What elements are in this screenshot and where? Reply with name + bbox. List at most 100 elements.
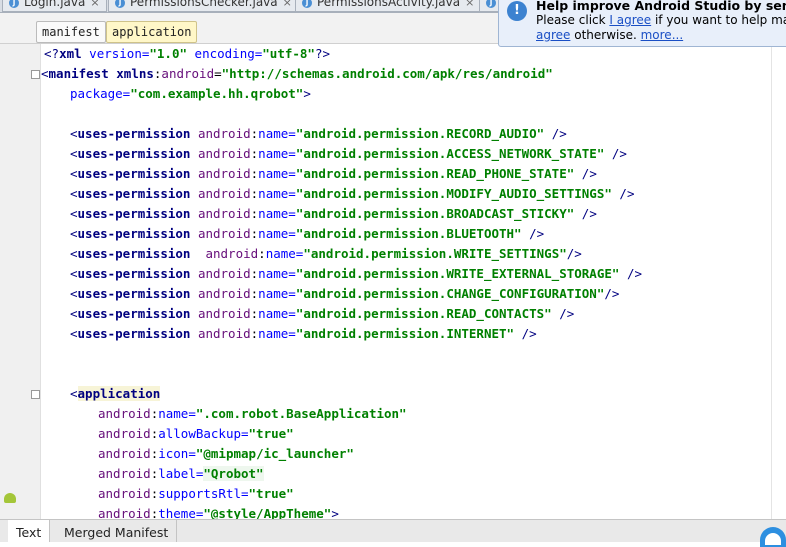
token: android	[197, 186, 251, 201]
token: />	[604, 146, 627, 161]
token: android	[98, 486, 151, 501]
token: application	[77, 386, 161, 401]
token: />	[551, 306, 575, 321]
assistant-mascot-icon[interactable]	[760, 527, 786, 547]
token: "android.permission.READ_CONTACTS"	[295, 306, 552, 321]
token: ?>	[314, 46, 331, 61]
tab-merged-manifest[interactable]: Merged Manifest	[56, 520, 178, 542]
token: />	[544, 126, 567, 141]
token: "android.permission.ACCESS_NETWORK_STATE…	[295, 146, 605, 161]
token: name=	[258, 326, 296, 341]
token: "android.permission.READ_PHONE_STATE"	[295, 166, 575, 181]
token: android	[205, 246, 259, 261]
code-line-15: <uses-permission android:name="android.p…	[70, 326, 537, 341]
token: label=	[158, 466, 204, 481]
java-file-icon: J	[115, 0, 125, 8]
token: android	[197, 166, 251, 181]
tab-permissions-checker-java[interactable]: J PermissionsChecker.java ×	[108, 0, 299, 12]
tab-label: PermissionsActivity.java	[317, 0, 461, 9]
fold-marker[interactable]	[31, 70, 40, 79]
java-file-icon: J	[486, 0, 496, 8]
token: name=	[258, 166, 296, 181]
token: ".com.robot.BaseApplication"	[195, 406, 407, 421]
token: android	[98, 406, 151, 421]
tab-text[interactable]: Text	[8, 520, 51, 542]
right-margin-guide	[771, 44, 772, 519]
token: name=	[258, 266, 296, 281]
token: name=	[265, 246, 304, 261]
notification-text: if you want to help make A	[654, 13, 786, 27]
token: supportsRtl=	[158, 486, 249, 501]
token: "android.permission.WRITE_SETTINGS"	[303, 246, 567, 261]
code-line-6: <uses-permission android:name="android.p…	[70, 146, 627, 161]
token: =	[214, 66, 222, 81]
token: android	[98, 426, 151, 441]
more-link[interactable]: more...	[641, 28, 684, 42]
token: />	[604, 286, 620, 301]
close-icon[interactable]: ×	[465, 0, 474, 11]
token: name=	[258, 286, 296, 301]
token: />	[574, 206, 597, 221]
notification-text: Please click	[536, 13, 610, 27]
code-line-8: <uses-permission android:name="android.p…	[70, 186, 635, 201]
code-line-18: <application	[70, 384, 161, 404]
code-line-23: android:supportsRtl="true"	[98, 486, 294, 501]
dont-agree-link[interactable]: agree	[536, 28, 570, 42]
token: package=	[70, 86, 131, 101]
token: "http://schemas.android.com/apk/res/andr…	[221, 66, 553, 81]
token: uses-permission	[77, 306, 191, 321]
token: "Qrobot"	[203, 466, 264, 481]
android-icon	[4, 493, 16, 503]
token: name=	[258, 226, 296, 241]
notification-body-line-2: agree otherwise. more...	[536, 28, 683, 42]
token: xml	[59, 46, 82, 61]
code-line-21: android:icon="@mipmap/ic_launcher"	[98, 446, 354, 461]
code-line-5: <uses-permission android:name="android.p…	[70, 126, 567, 141]
breadcrumb-application[interactable]: application	[106, 21, 198, 43]
code-line-22: android:label="Qrobot"	[98, 466, 264, 481]
token: />	[619, 266, 642, 281]
token: uses-permission	[77, 206, 191, 221]
token: "android.permission.RECORD_AUDIO"	[295, 126, 545, 141]
token: manifest xmlns	[48, 66, 154, 81]
i-agree-link[interactable]: I agree	[609, 13, 651, 27]
token: <	[70, 206, 78, 221]
token: "android.permission.BLUETOOTH"	[295, 226, 522, 241]
token: "android.permission.CHANGE_CONFIGURATION…	[295, 286, 605, 301]
java-file-icon: J	[302, 0, 312, 8]
token: name=	[258, 306, 296, 321]
token: name=	[258, 206, 296, 221]
token: <	[70, 286, 78, 301]
token: android	[197, 126, 251, 141]
code-line-14: <uses-permission android:name="android.p…	[70, 306, 575, 321]
token: name=	[258, 186, 296, 201]
token: android	[197, 306, 251, 321]
code-line-2: <manifest xmlns:android="http://schemas.…	[41, 64, 553, 84]
breadcrumb-manifest[interactable]: manifest	[36, 21, 106, 43]
code-line-9: <uses-permission android:name="android.p…	[70, 206, 597, 221]
code-line-1: <?xml version="1.0" encoding="utf-8"?>	[44, 44, 330, 64]
token: android	[197, 146, 251, 161]
token: "true"	[248, 486, 294, 501]
token: />	[514, 326, 537, 341]
close-icon[interactable]: ×	[283, 0, 292, 11]
tab-login-java[interactable]: J Login.java ×	[2, 0, 107, 12]
notification-balloon[interactable]: ! Help improve Android Studio by sending…	[498, 0, 786, 47]
token: uses-permission	[77, 326, 191, 341]
token: "1.0"	[149, 46, 188, 61]
token: "true"	[248, 426, 294, 441]
token: />	[521, 226, 545, 241]
token: android	[197, 266, 251, 281]
token: uses-permission	[77, 286, 191, 301]
tab-permissions-activity-java[interactable]: J PermissionsActivity.java ×	[295, 0, 482, 12]
code-line-19: android:name=".com.robot.BaseApplication…	[98, 406, 407, 421]
token: />	[574, 166, 597, 181]
fold-marker[interactable]	[31, 390, 40, 399]
token: android	[197, 326, 251, 341]
token: android	[197, 226, 251, 241]
token: <	[70, 266, 78, 281]
token: allowBackup=	[158, 426, 249, 441]
token: "android.permission.BROADCAST_STICKY"	[295, 206, 575, 221]
close-icon[interactable]: ×	[90, 0, 99, 11]
token: "utf-8"	[262, 46, 315, 61]
